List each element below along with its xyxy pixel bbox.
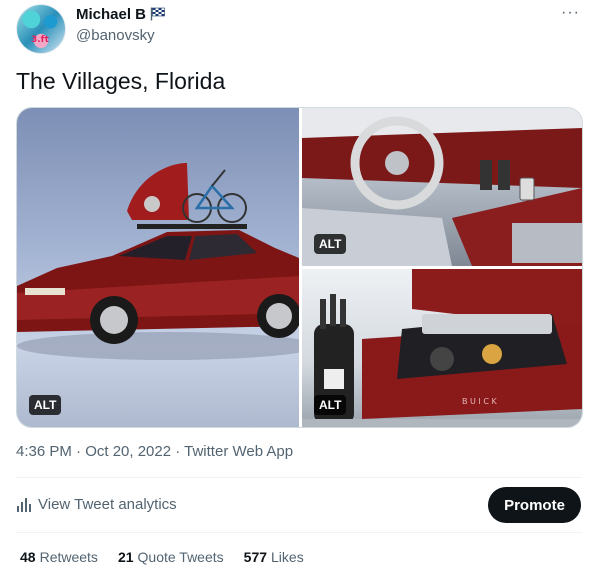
car-illustration	[17, 163, 299, 360]
author-avatar[interactable]: 3.ft	[16, 4, 66, 54]
tweet-text: The Villages, Florida	[16, 68, 226, 94]
media-image-car[interactable]: ALT	[17, 108, 299, 427]
analytics-bars-icon	[17, 497, 31, 512]
alt-badge[interactable]: ALT	[29, 395, 62, 415]
retweets-count: 48	[20, 549, 36, 565]
trunk-lettering: B U I C K	[462, 397, 497, 406]
quotes-stat[interactable]: 21 Quote Tweets	[118, 549, 224, 565]
media-grid: ALT ALT B U I C K ALT	[16, 107, 583, 428]
retweets-stat[interactable]: 48 Retweets	[20, 549, 98, 565]
media-image-interior[interactable]: ALT	[302, 108, 582, 266]
alt-badge[interactable]: ALT	[314, 395, 347, 415]
tweet-timestamp[interactable]: 4:36 PM · Oct 20, 2022 · Twitter Web App	[16, 443, 293, 460]
alt-badge[interactable]: ALT	[314, 234, 347, 254]
quotes-label: Quote Tweets	[137, 549, 224, 565]
more-options-icon[interactable]: ···	[561, 4, 580, 22]
quotes-count: 21	[117, 549, 134, 565]
author-handle[interactable]: @banovsky	[76, 27, 155, 44]
divider	[16, 477, 582, 478]
tweet-stats: 48 Retweets 21 Quote Tweets 577 Likes	[20, 549, 304, 565]
analytics-label: View Tweet analytics	[38, 496, 177, 513]
checkered-flag-icon	[150, 7, 165, 21]
avatar-text: 3.ft	[31, 35, 49, 45]
view-analytics-link[interactable]: View Tweet analytics	[16, 496, 177, 513]
media-image-trunk[interactable]: B U I C K ALT	[302, 269, 582, 427]
promote-button[interactable]: Promote	[488, 487, 581, 523]
divider	[16, 532, 582, 533]
likes-count: 577	[243, 549, 268, 565]
likes-stat[interactable]: 577 Likes	[244, 549, 304, 565]
likes-label: Likes	[271, 549, 304, 565]
retweets-label: Retweets	[39, 549, 98, 565]
author-name[interactable]: Michael B	[76, 6, 146, 23]
